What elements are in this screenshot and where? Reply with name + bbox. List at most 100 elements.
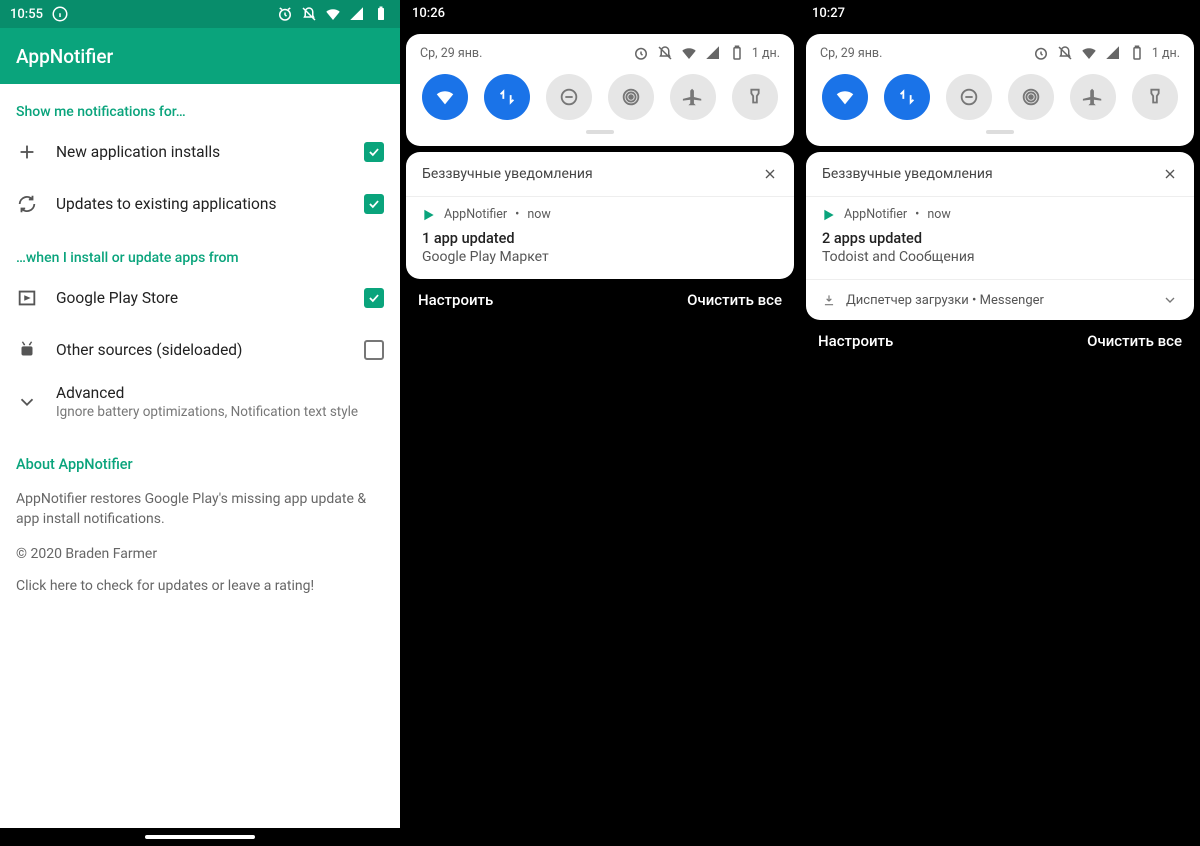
calendar-event[interactable]: Бассейн 11:00 ул. Свердлова, 49А, Яросла… [478, 348, 778, 398]
signal-icon [704, 44, 722, 62]
nav-bar[interactable] [0, 828, 400, 846]
quick-settings-panel[interactable]: Ср, 29 янв. 1 дн. [806, 34, 1194, 146]
qs-wifi-tile[interactable] [422, 74, 468, 120]
qs-hotspot-tile[interactable] [1008, 74, 1054, 120]
pref-label: Google Play Store [56, 289, 364, 307]
phone-app-icon[interactable] [839, 728, 891, 780]
todo-item[interactable]: Shutdown computer after downloads comple… [822, 541, 1104, 610]
qs-drag-handle[interactable] [586, 130, 614, 134]
app-folder[interactable] [529, 728, 581, 780]
pref-new-installs[interactable]: New application installs [16, 126, 384, 178]
signal-icon [348, 5, 366, 23]
screen-shade-1app: 31 ПТ Бассейн 11:00 ул. Свердлова, 49А, … [400, 0, 800, 846]
about-title: About AppNotifier [16, 456, 384, 473]
checkbox-circle-icon[interactable] [834, 554, 852, 572]
shade-clear-all-button[interactable]: Очистить все [1087, 332, 1182, 350]
pref-label: New application installs [56, 143, 364, 161]
todoist-widget[interactable]: Следующие 7 д… Сегодня ср 29 янв Почисти… [822, 416, 1104, 610]
assistant-icon[interactable] [744, 800, 766, 822]
qs-hotspot-tile[interactable] [608, 74, 654, 120]
app-folder[interactable] [709, 728, 761, 780]
quick-settings-panel[interactable]: Ср, 29 янв. 1 дн. [406, 34, 794, 146]
battery-icon [1128, 44, 1146, 62]
app-folder[interactable] [619, 728, 671, 780]
notif-body: Todoist and Сообщения [822, 249, 1178, 265]
notification-group: Беззвучные уведомления AppNotifier • now… [806, 152, 1194, 320]
checkbox-circle-icon[interactable] [434, 554, 452, 572]
notification[interactable]: AppNotifier • now 2 apps updated Todoist… [806, 197, 1194, 279]
app-title: AppNotifier [16, 45, 113, 68]
shade-configure-button[interactable]: Настроить [418, 291, 493, 309]
todo-item[interactable]: Shutdown computer after downloads comple… [422, 541, 704, 610]
todoist-icon [834, 427, 852, 445]
pref-label: Updates to existing applications [56, 195, 364, 213]
qs-airplane-tile[interactable] [670, 74, 716, 120]
status-bar: 10:26 [400, 0, 800, 26]
google-search-bar [820, 788, 1180, 834]
phone-app-icon[interactable] [439, 728, 491, 780]
qs-dnd-tile[interactable] [946, 74, 992, 120]
more-vert-icon[interactable] [1074, 427, 1092, 445]
wifi-icon [324, 5, 342, 23]
shade-configure-button[interactable]: Настроить [818, 332, 893, 350]
silent-header: Беззвучные уведомления [822, 166, 993, 182]
more-vert-icon[interactable] [674, 427, 692, 445]
status-time: 10:26 [412, 6, 445, 21]
checkbox-checked[interactable] [364, 288, 384, 308]
qs-data-tile[interactable] [484, 74, 530, 120]
app-folder[interactable] [1109, 728, 1161, 780]
todo-item[interactable]: Почистить собаке зубы ⟳ Нотка [822, 486, 1104, 541]
checkbox-circle-icon[interactable] [834, 499, 852, 517]
notif-title: 2 apps updated [822, 230, 1178, 247]
calendar-widget[interactable]: 31 ПТ [422, 348, 472, 398]
todo-item[interactable]: Почистить собаке зубы ⟳ Нотка [422, 486, 704, 541]
app-folder[interactable] [929, 728, 981, 780]
qs-date[interactable]: Ср, 29 янв. [420, 46, 482, 61]
qs-data-tile[interactable] [884, 74, 930, 120]
qs-drag-handle[interactable] [986, 130, 1014, 134]
plus-icon[interactable] [644, 426, 664, 446]
pref-play-store[interactable]: Google Play Store [16, 272, 384, 324]
app-folder[interactable] [1019, 728, 1071, 780]
notification[interactable]: AppNotifier • now 1 app updated Google P… [406, 197, 794, 279]
app-folder[interactable] [1124, 422, 1178, 476]
status-time: 10:55 [10, 7, 43, 22]
app-folder[interactable]: Система [724, 540, 778, 594]
close-icon[interactable] [762, 166, 778, 182]
chevron-down-icon[interactable] [1162, 292, 1178, 308]
pref-other-sources[interactable]: Other sources (sideloaded) [16, 324, 384, 376]
app-folder[interactable] [724, 422, 778, 476]
pref-advanced[interactable]: Advanced Ignore battery optimizations, N… [16, 376, 384, 428]
signal-icon [1104, 44, 1122, 62]
checkbox-checked[interactable] [364, 142, 384, 162]
dock [800, 728, 1200, 780]
about-update-link[interactable]: Click here to check for updates or leave… [16, 578, 384, 594]
plus-icon [16, 141, 38, 163]
checkbox-unchecked[interactable] [364, 340, 384, 360]
qs-dnd-tile[interactable] [546, 74, 592, 120]
checkbox-circle-icon[interactable] [434, 499, 452, 517]
assistant-icon[interactable] [1144, 800, 1166, 822]
qs-airplane-tile[interactable] [1070, 74, 1116, 120]
app-folder[interactable]: Система [1124, 540, 1178, 594]
plus-icon[interactable] [1044, 426, 1064, 446]
checkbox-checked[interactable] [364, 194, 384, 214]
alarm-icon[interactable] [632, 44, 650, 62]
qs-wifi-tile[interactable] [822, 74, 868, 120]
todoist-widget[interactable]: Следующие 7 д… Сегодня ср 29 янв Почисти… [422, 416, 704, 610]
pref-updates[interactable]: Updates to existing applications [16, 178, 384, 230]
alarm-icon[interactable] [1032, 44, 1050, 62]
info-icon [51, 5, 69, 23]
shade-clear-all-button[interactable]: Очистить все [687, 291, 782, 309]
qs-flashlight-tile[interactable] [732, 74, 778, 120]
google-search-bar[interactable] [420, 788, 780, 834]
notification-collapsed[interactable]: Диспетчер загрузки • Messenger [806, 279, 1194, 320]
play-store-icon [822, 208, 836, 222]
pref-label: Advanced [56, 384, 384, 402]
pref-label: Other sources (sideloaded) [56, 341, 364, 359]
qs-flashlight-tile[interactable] [1132, 74, 1178, 120]
close-icon[interactable] [1162, 166, 1178, 182]
bell-off-icon [656, 44, 674, 62]
status-time: 10:27 [812, 6, 845, 21]
qs-date[interactable]: Ср, 29 янв. [820, 46, 882, 61]
